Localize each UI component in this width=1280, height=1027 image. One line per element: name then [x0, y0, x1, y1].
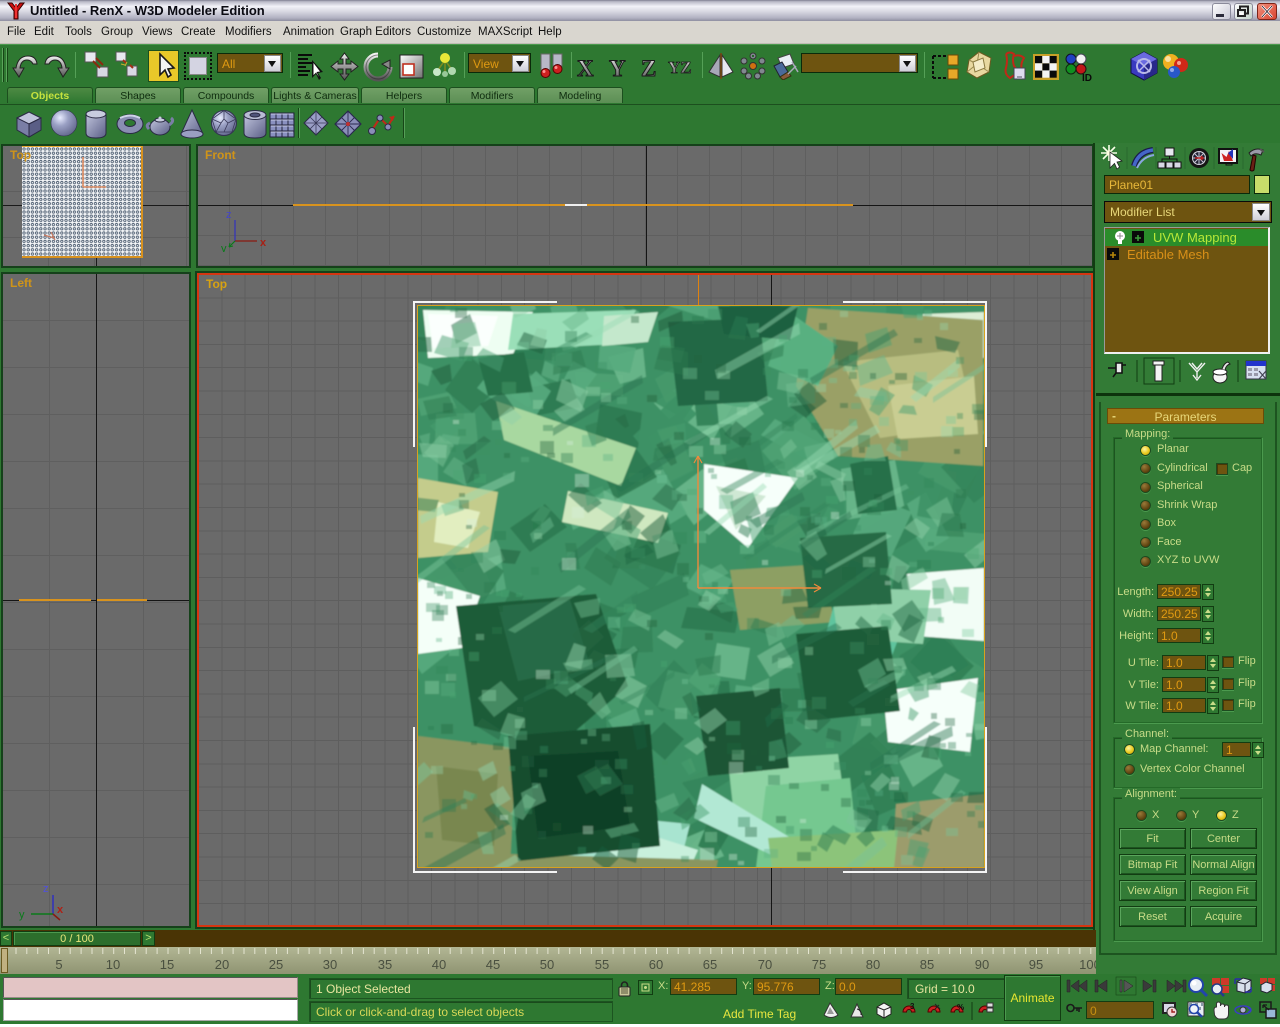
svg-text:50: 50 [540, 957, 554, 972]
svg-text:30: 30 [323, 957, 337, 972]
svg-text:10: 10 [106, 957, 120, 972]
svg-text:20: 20 [215, 957, 229, 972]
svg-text:45: 45 [486, 957, 500, 972]
svg-text:z: z [43, 883, 49, 895]
svg-text:60: 60 [649, 957, 663, 972]
svg-text:75: 75 [812, 957, 826, 972]
svg-text:%: % [957, 1003, 964, 1012]
svg-text:40: 40 [432, 957, 446, 972]
svg-text:95: 95 [1029, 957, 1043, 972]
svg-text:3: 3 [910, 1002, 915, 1011]
svg-text:x: x [260, 237, 266, 249]
svg-text:5: 5 [55, 957, 62, 972]
svg-text:y: y [221, 243, 227, 252]
svg-text:Z: Z [641, 56, 656, 81]
svg-text:90: 90 [975, 957, 989, 972]
svg-text:y: y [19, 909, 25, 921]
svg-text:25: 25 [269, 957, 283, 972]
svg-text:X: X [577, 56, 594, 81]
svg-text:ID: ID [1082, 73, 1092, 82]
svg-text:80: 80 [866, 957, 880, 972]
svg-text:z: z [226, 209, 232, 221]
svg-text:35: 35 [378, 957, 392, 972]
svg-text:x: x [57, 904, 64, 916]
svg-text:85: 85 [920, 957, 934, 972]
svg-text:65: 65 [703, 957, 717, 972]
svg-text:Y: Y [609, 56, 626, 81]
svg-text:YZ: YZ [668, 58, 692, 77]
svg-text:55: 55 [595, 957, 609, 972]
svg-text:70: 70 [758, 957, 772, 972]
svg-text:15: 15 [160, 957, 174, 972]
svg-text:100: 100 [1079, 957, 1096, 972]
